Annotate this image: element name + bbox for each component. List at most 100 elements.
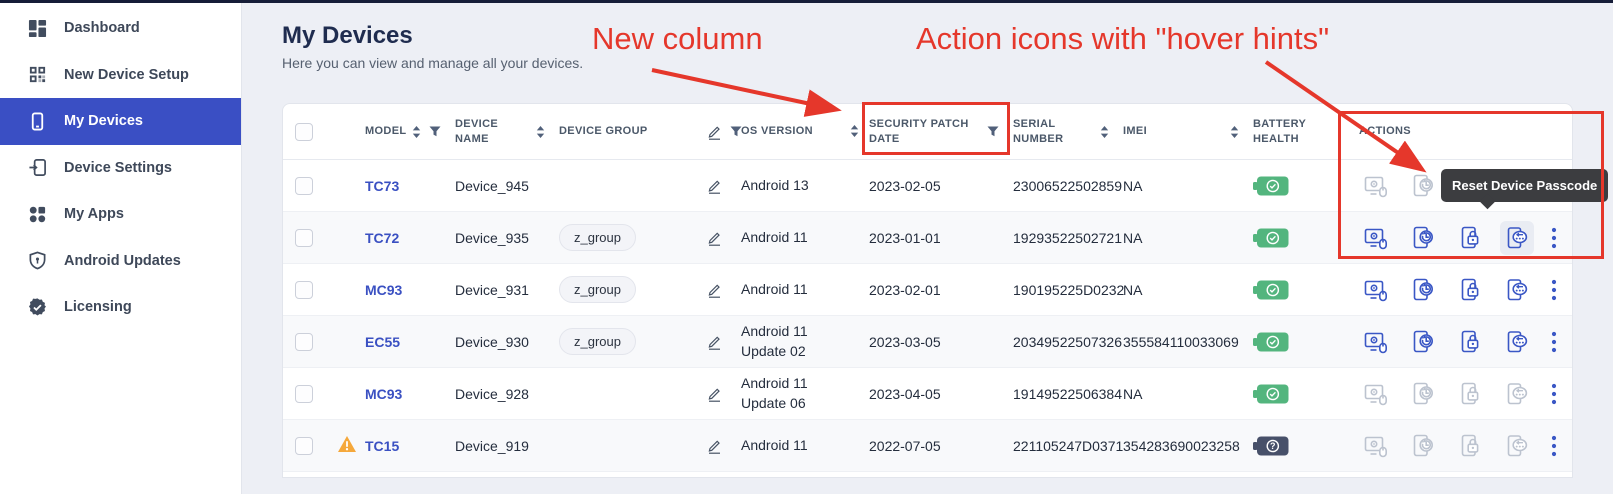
- more-options-button[interactable]: [1547, 429, 1561, 463]
- reboot-device-button[interactable]: [1406, 169, 1440, 203]
- more-options-button[interactable]: [1547, 325, 1561, 359]
- sidebar-item-device-settings[interactable]: Device Settings: [0, 145, 241, 192]
- sort-icon[interactable]: [1100, 126, 1109, 138]
- sidebar-item-my-apps[interactable]: My Apps: [0, 191, 241, 238]
- lock-device-button[interactable]: [1453, 325, 1487, 359]
- lock-device-icon: [1457, 433, 1483, 459]
- column-header-os-version[interactable]: OS VERSION: [741, 124, 813, 139]
- remote-control-button[interactable]: [1359, 169, 1393, 203]
- battery-health-icon: ?: [1253, 332, 1289, 352]
- reboot-device-icon: [1410, 433, 1436, 459]
- table-header-row: MODEL DEVICE NAME DEVICE GROUP OS VERSIO…: [283, 104, 1572, 160]
- model-link[interactable]: EC55: [365, 334, 400, 350]
- serial-number: 221105247D0371: [1013, 438, 1123, 454]
- column-header-actions: ACTIONS: [1359, 124, 1411, 139]
- model-link[interactable]: TC73: [365, 178, 399, 194]
- os-version: Android 13: [741, 176, 869, 196]
- edit-icon[interactable]: [707, 230, 722, 246]
- more-options-icon: [1551, 435, 1557, 457]
- remote-control-button[interactable]: [1359, 273, 1393, 307]
- model-link[interactable]: MC93: [365, 282, 402, 298]
- sidebar-item-label: Dashboard: [64, 20, 140, 36]
- sidebar-item-dashboard[interactable]: Dashboard: [0, 5, 241, 52]
- sidebar-item-my-devices[interactable]: My Devices: [0, 98, 241, 145]
- column-header-battery-health[interactable]: BATTERY HEALTH: [1253, 117, 1315, 147]
- security-patch-date: 2023-04-05: [869, 386, 1013, 402]
- sidebar-item-licensing[interactable]: Licensing: [0, 284, 241, 331]
- reboot-device-button[interactable]: [1406, 273, 1440, 307]
- remote-control-button[interactable]: [1359, 429, 1393, 463]
- more-options-button[interactable]: [1547, 221, 1561, 255]
- more-options-button[interactable]: [1547, 377, 1561, 411]
- top-border-bar: [0, 0, 1613, 3]
- remote-control-button[interactable]: [1359, 377, 1393, 411]
- lock-device-button[interactable]: [1453, 377, 1487, 411]
- row-checkbox[interactable]: [295, 437, 313, 455]
- lock-device-button[interactable]: [1453, 221, 1487, 255]
- reset-device-passcode-button[interactable]: [1500, 377, 1534, 411]
- device-group-chip: z_group: [559, 224, 636, 251]
- select-all-checkbox[interactable]: [295, 123, 313, 141]
- filter-icon[interactable]: [987, 126, 999, 137]
- row-actions: [1359, 273, 1561, 307]
- edit-icon[interactable]: [707, 282, 722, 298]
- os-version: Android 11: [741, 436, 869, 456]
- row-checkbox[interactable]: [295, 333, 313, 351]
- reboot-device-button[interactable]: [1406, 377, 1440, 411]
- column-header-security-patch-date[interactable]: SECURITY PATCH DATE: [869, 117, 981, 147]
- sort-icon[interactable]: [850, 125, 859, 137]
- sort-icon[interactable]: [412, 126, 421, 138]
- device-name: Device_935: [455, 230, 559, 246]
- edit-icon[interactable]: [707, 178, 722, 194]
- model-link[interactable]: TC72: [365, 230, 399, 246]
- column-header-device-group[interactable]: DEVICE GROUP: [559, 124, 648, 139]
- reset-device-passcode-button[interactable]: [1500, 325, 1534, 359]
- os-version: Android 11 Update 06: [741, 374, 869, 413]
- serial-number: 19293522502721: [1013, 230, 1123, 246]
- row-checkbox[interactable]: [295, 229, 313, 247]
- sidebar-item-label: My Apps: [64, 206, 124, 222]
- reset-device-passcode-button[interactable]: [1500, 429, 1534, 463]
- model-link[interactable]: MC93: [365, 386, 402, 402]
- more-options-icon: [1551, 279, 1557, 301]
- reset-device-passcode-button[interactable]: [1500, 273, 1534, 307]
- row-checkbox[interactable]: [295, 385, 313, 403]
- remote-control-button[interactable]: [1359, 221, 1393, 255]
- column-header-device-name[interactable]: DEVICE NAME: [455, 117, 505, 147]
- sidebar-item-new-device-setup[interactable]: New Device Setup: [0, 52, 241, 99]
- lock-device-button[interactable]: [1453, 429, 1487, 463]
- sidebar-item-android-updates[interactable]: Android Updates: [0, 238, 241, 285]
- table-row: MC93 Device_928 Android 11 Update 06 202…: [283, 368, 1572, 420]
- device-group-chip: z_group: [559, 276, 636, 303]
- battery-health-icon: ?: [1253, 280, 1289, 300]
- svg-text:?: ?: [1270, 441, 1276, 451]
- battery-health-icon: ?: [1253, 384, 1289, 404]
- reboot-device-icon: [1410, 329, 1436, 355]
- reboot-device-button[interactable]: [1406, 429, 1440, 463]
- row-checkbox[interactable]: [295, 177, 313, 195]
- remote-control-icon: [1363, 225, 1389, 251]
- os-version: Android 11: [741, 228, 869, 248]
- more-options-button[interactable]: [1547, 273, 1561, 307]
- edit-icon[interactable]: [707, 438, 722, 454]
- remote-control-button[interactable]: [1359, 325, 1393, 359]
- reboot-device-button[interactable]: [1406, 221, 1440, 255]
- badge-check-icon: [27, 297, 47, 317]
- row-checkbox[interactable]: [295, 281, 313, 299]
- lock-device-button[interactable]: [1453, 273, 1487, 307]
- reset-device-passcode-button[interactable]: [1500, 221, 1534, 255]
- sort-icon[interactable]: [536, 126, 545, 138]
- edit-icon[interactable]: [707, 334, 722, 350]
- column-header-serial-number[interactable]: SERIAL NUMBER: [1013, 117, 1073, 147]
- edit-icon[interactable]: [707, 386, 722, 402]
- column-header-model[interactable]: MODEL: [365, 124, 406, 139]
- edit-icon[interactable]: [707, 124, 722, 140]
- column-header-imei[interactable]: IMEI: [1123, 124, 1147, 139]
- lock-device-icon: [1457, 329, 1483, 355]
- table-row: MC93 Device_931 z_group Android 11 2023-…: [283, 264, 1572, 316]
- filter-icon[interactable]: [429, 126, 441, 137]
- reboot-device-button[interactable]: [1406, 325, 1440, 359]
- lock-device-icon: [1457, 225, 1483, 251]
- sort-icon[interactable]: [1230, 126, 1239, 138]
- model-link[interactable]: TC15: [365, 438, 399, 454]
